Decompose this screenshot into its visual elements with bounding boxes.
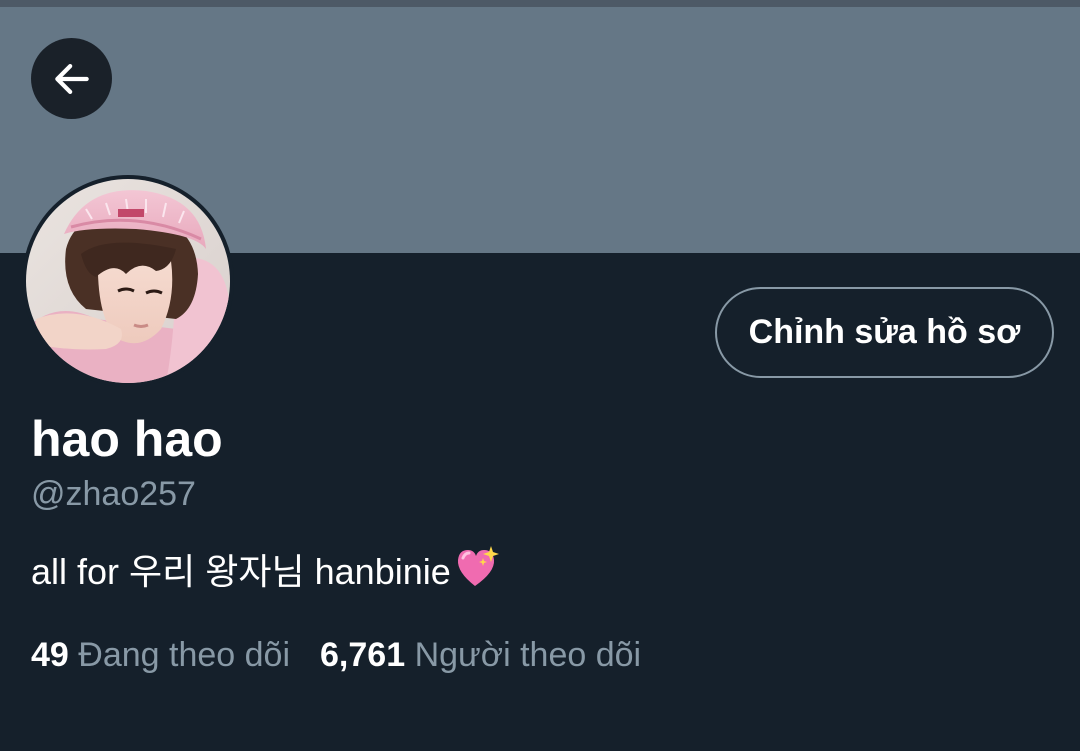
following-count: 49	[31, 636, 69, 674]
follow-stats: 49 Đang theo dõi 6,761 Người theo dõi	[31, 634, 641, 676]
back-button[interactable]	[31, 38, 112, 119]
arrow-left-icon	[54, 63, 89, 94]
bio: all for 우리 왕자님 hanbinie	[31, 544, 499, 602]
sparkling-heart-icon	[453, 544, 499, 602]
avatar-image	[26, 179, 230, 383]
user-handle: @zhao257	[31, 475, 196, 513]
edit-profile-button[interactable]: Chỉnh sửa hồ sơ	[715, 287, 1054, 378]
following-link[interactable]: 49 Đang theo dõi	[31, 636, 290, 674]
followers-count: 6,761	[320, 636, 406, 674]
followers-link[interactable]: 6,761 Người theo dõi	[320, 636, 641, 674]
avatar[interactable]	[22, 175, 234, 387]
following-label: Đang theo dõi	[78, 636, 291, 674]
status-strip	[0, 0, 1080, 7]
followers-label: Người theo dõi	[414, 636, 642, 674]
display-name: hao hao	[31, 411, 223, 467]
profile-page: Chỉnh sửa hồ sơ hao hao @zhao257 all for…	[0, 0, 1080, 751]
bio-text: all for 우리 왕자님 hanbinie	[31, 551, 451, 592]
